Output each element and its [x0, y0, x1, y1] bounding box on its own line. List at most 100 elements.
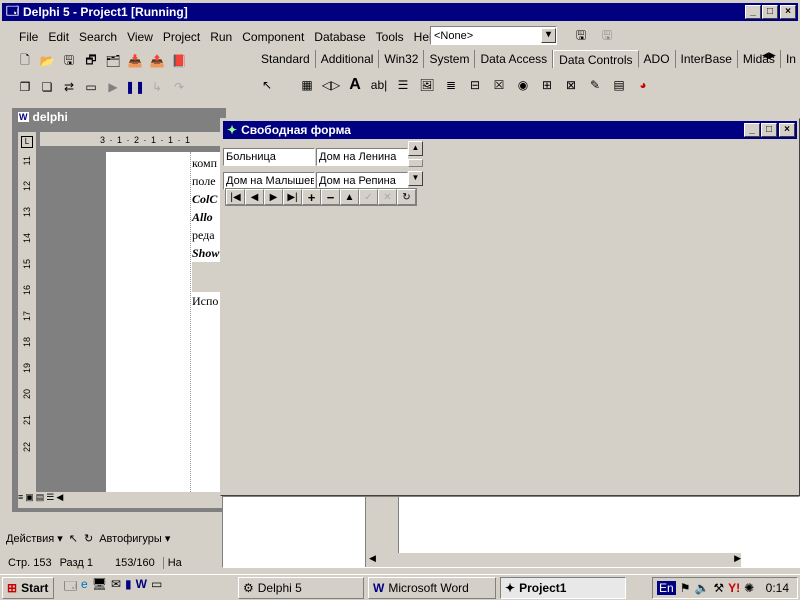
tab-ado[interactable]: ADO — [639, 50, 676, 68]
dbgrid-icon[interactable]: ▦ — [296, 75, 318, 95]
task-word[interactable]: W Microsoft Word — [368, 576, 496, 599]
tab-data-controls[interactable]: Data Controls — [553, 50, 639, 68]
menu-file[interactable]: File — [14, 30, 43, 44]
dblookupcombo-icon[interactable]: ⊠ — [560, 75, 582, 95]
close-button[interactable]: × — [779, 123, 795, 137]
dblistbox-icon[interactable]: ≣ — [440, 75, 462, 95]
ruler-corner-icon[interactable]: L — [21, 136, 33, 148]
word-titlebar[interactable]: W delphi — [14, 108, 226, 126]
dbchart-icon[interactable]: ◕ — [632, 75, 654, 95]
run-icon[interactable]: ▶ — [102, 77, 124, 97]
scroll-left-icon[interactable]: ◀ — [369, 553, 376, 567]
remove-file-icon[interactable]: 📤 — [146, 51, 168, 71]
dbtext-icon[interactable]: A — [344, 75, 366, 95]
tab-additional[interactable]: Additional — [316, 50, 380, 68]
maximize-button[interactable]: □ — [761, 123, 777, 137]
tray-net-icon[interactable]: ✺ — [744, 581, 754, 595]
building-field[interactable]: Дом на Ленина — [316, 148, 408, 166]
minimize-button[interactable]: _ — [745, 5, 761, 19]
menu-project[interactable]: Project — [158, 30, 205, 44]
first-record-icon[interactable]: |◀ — [226, 189, 245, 205]
ie-icon[interactable]: e — [81, 577, 88, 598]
insert-record-icon[interactable]: + — [302, 189, 321, 205]
tab-internet[interactable]: In — [781, 50, 798, 68]
show-desktop-icon[interactable]: 🗔 — [64, 577, 77, 598]
clock[interactable]: 0:14 — [766, 581, 793, 595]
help-book-icon[interactable]: 📕 — [168, 51, 190, 71]
maximize-button[interactable]: □ — [762, 5, 778, 19]
save-icon[interactable]: 🖫 — [58, 51, 80, 71]
hospital-field[interactable]: Больница — [223, 148, 315, 166]
grid-scrollbar[interactable]: ▲ ▼ — [408, 141, 423, 187]
free-rotate-icon[interactable]: ↻ — [84, 532, 93, 545]
dbrichedit-icon[interactable]: ✎ — [584, 75, 606, 95]
prior-record-icon[interactable]: ◀ — [245, 189, 264, 205]
menu-database[interactable]: Database — [309, 30, 370, 44]
scroll-right-icon[interactable]: ▶ — [734, 553, 741, 567]
dbimage-icon[interactable]: 🖼 — [416, 75, 438, 95]
view-form-icon[interactable]: ❏ — [36, 77, 58, 97]
window-icon[interactable]: ▭ — [151, 577, 162, 598]
book-icon[interactable]: ▮ — [125, 577, 132, 598]
edit-record-icon[interactable]: ▲ — [340, 189, 359, 205]
outlook-icon[interactable]: ✉ — [111, 577, 121, 598]
new-icon[interactable]: 🗋 — [14, 51, 36, 71]
next-record-icon[interactable]: ▶ — [264, 189, 283, 205]
menu-search[interactable]: Search — [74, 30, 122, 44]
normal-view-icon[interactable]: ≡ — [18, 492, 23, 508]
menu-run[interactable]: Run — [205, 30, 237, 44]
add-file-icon[interactable]: 📥 — [124, 51, 146, 71]
task-delphi[interactable]: ⚙ Delphi 5 — [238, 576, 364, 599]
post-record-icon[interactable]: ✓ — [359, 189, 378, 205]
dbcombobox-icon[interactable]: ⊟ — [464, 75, 486, 95]
volume-icon[interactable]: 🔈 — [694, 581, 709, 595]
set-debug-desktop-icon[interactable]: 🖫 — [596, 26, 618, 46]
last-record-icon[interactable]: ▶| — [283, 189, 302, 205]
actions-menu[interactable]: Действия ▾ — [6, 532, 63, 545]
close-button[interactable]: × — [780, 5, 796, 19]
start-button[interactable]: ⊞ Start — [2, 576, 54, 599]
dbcheckbox-icon[interactable]: ☒ — [488, 75, 510, 95]
dbedit-icon[interactable]: ab| — [368, 75, 390, 95]
yahoo-icon[interactable]: Y! — [728, 581, 740, 595]
toggle-form-unit-icon[interactable]: ⇄ — [58, 77, 80, 97]
menu-view[interactable]: View — [122, 30, 158, 44]
configuration-combo[interactable]: <None> ▾ — [430, 26, 557, 45]
save-desktop-icon[interactable]: 🖫 — [570, 26, 592, 46]
pointer-icon[interactable]: ↖ — [256, 75, 278, 95]
view-unit-icon[interactable]: ❐ — [14, 77, 36, 97]
autoshapes-menu[interactable]: Автофигуры ▾ — [99, 532, 170, 545]
trace-into-icon[interactable]: ↳ — [146, 77, 168, 97]
word-icon[interactable]: W — [136, 577, 147, 598]
scroll-left-icon[interactable]: ◀ — [762, 50, 769, 61]
horizontal-scrollbar[interactable]: ◀ ▶ — [369, 553, 741, 567]
delphi-titlebar[interactable]: 🗔 Delphi 5 - Project1 [Running] _ □ × — [2, 3, 798, 21]
tray-tool-icon[interactable]: ⚒ — [713, 581, 724, 595]
tab-data-access[interactable]: Data Access — [475, 50, 554, 68]
pause-icon[interactable]: ❚❚ — [124, 77, 146, 97]
dbmemo-icon[interactable]: ☰ — [392, 75, 414, 95]
select-objects-icon[interactable]: ↖ — [69, 532, 78, 545]
new-form-icon[interactable]: ▭ — [80, 77, 102, 97]
web-view-icon[interactable]: ▣ — [25, 492, 34, 508]
scroll-up-icon[interactable]: ▲ — [408, 141, 423, 156]
tab-interbase[interactable]: InterBase — [676, 50, 738, 68]
delete-record-icon[interactable]: − — [321, 189, 340, 205]
chevron-down-icon[interactable]: ▾ — [541, 28, 556, 43]
cancel-edit-icon[interactable]: ✕ — [378, 189, 397, 205]
explorer-icon[interactable]: 🖥 — [92, 577, 107, 598]
document-text[interactable]: комп поле ColC Allo реда Show Испо — [192, 154, 220, 310]
free-form-titlebar[interactable]: ✦ Свободная форма _ □ × — [223, 121, 797, 139]
dblookuplistbox-icon[interactable]: ⊞ — [536, 75, 558, 95]
menu-edit[interactable]: Edit — [43, 30, 74, 44]
tab-system[interactable]: System — [424, 50, 476, 68]
open-icon[interactable]: 📂 — [36, 51, 58, 71]
tab-standard[interactable]: Standard — [256, 50, 316, 68]
scroll-down-icon[interactable]: ▼ — [408, 171, 423, 186]
page-view-icon[interactable]: ▤ — [36, 492, 45, 508]
minimize-button[interactable]: _ — [744, 123, 760, 137]
scroll-left-icon[interactable]: ◀ — [56, 492, 63, 508]
menu-tools[interactable]: Tools — [371, 30, 409, 44]
dbnavigator-icon[interactable]: ◁▷ — [320, 75, 342, 95]
tab-win32[interactable]: Win32 — [379, 50, 425, 68]
